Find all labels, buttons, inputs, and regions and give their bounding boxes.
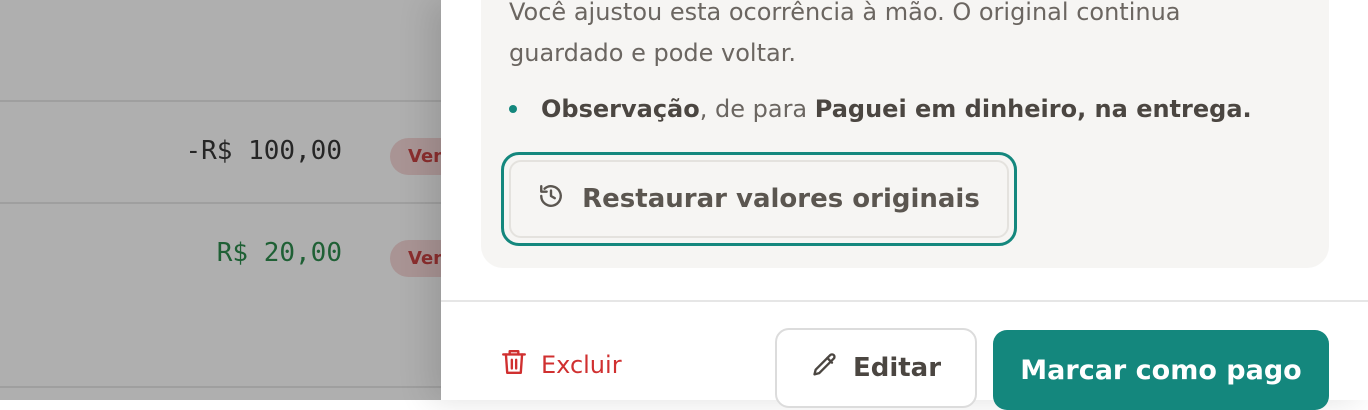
mark-as-paid-button[interactable]: Marcar como pago [993, 330, 1329, 410]
trash-icon [501, 348, 541, 382]
delete-label: Excluir [541, 351, 622, 379]
details-drawer: Você ajustou esta ocorrência à mão. O or… [441, 0, 1368, 410]
edited-note-text: Você ajustou esta ocorrência à mão. O or… [509, 0, 1181, 67]
change-connector: , de para [699, 95, 815, 123]
change-field: Observação [541, 95, 700, 123]
delete-button[interactable]: Excluir [501, 348, 622, 382]
restore-original-button[interactable]: Restaurar valores originais [509, 160, 1009, 238]
restore-focus-ring: Restaurar valores originais [501, 152, 1017, 246]
change-item: Observação , de para Paguei em dinheiro,… [509, 95, 1252, 123]
bullet [509, 105, 517, 113]
change-value: Paguei em dinheiro, na entrega. [814, 95, 1252, 123]
drawer-footer: Excluir Editar Marcar como pago [441, 300, 1368, 410]
history-icon [538, 183, 582, 216]
pencil-icon [811, 351, 853, 386]
restore-label: Restaurar valores originais [582, 184, 980, 214]
edit-label: Editar [852, 353, 942, 383]
edit-button[interactable]: Editar [775, 328, 977, 408]
